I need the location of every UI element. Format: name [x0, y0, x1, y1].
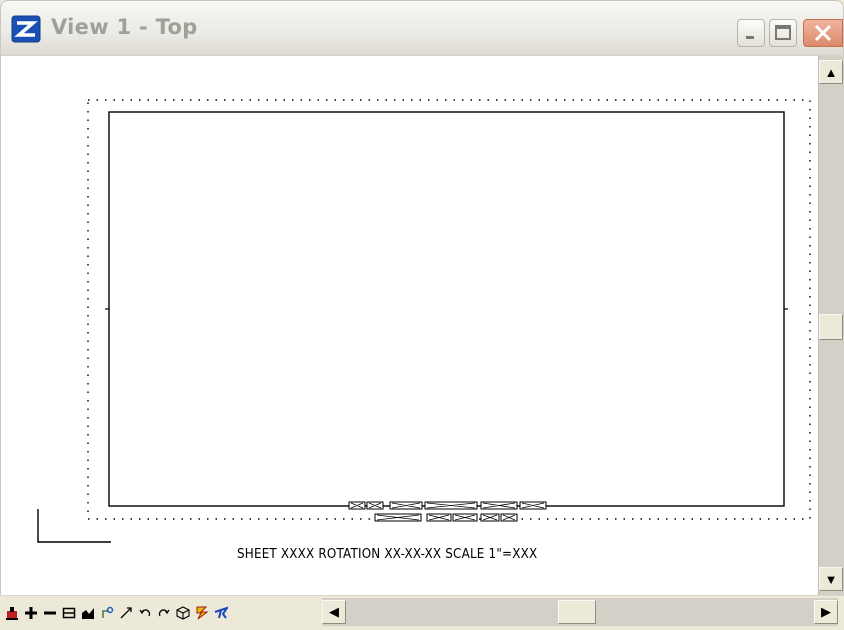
minimize-icon — [746, 36, 754, 39]
window-title: View 1 - Top — [51, 15, 198, 39]
render-icon[interactable] — [192, 601, 211, 625]
window-area-icon[interactable] — [59, 601, 78, 625]
horizontal-scrollbar[interactable]: ◀ ▶ — [322, 598, 838, 626]
zoom-out-icon[interactable] — [40, 601, 59, 625]
maximize-icon — [775, 25, 791, 40]
update-icon[interactable] — [2, 601, 21, 625]
horizontal-scroll-thumb[interactable] — [558, 600, 596, 624]
scroll-up-button[interactable]: ▲ — [819, 60, 843, 84]
title-block-symbols — [348, 501, 547, 522]
minimize-button[interactable] — [737, 19, 765, 47]
view-control-tools — [2, 600, 230, 626]
walk-icon[interactable] — [211, 601, 230, 625]
sheet-boundary-dotted — [87, 99, 811, 520]
sheet-caption: SHEET XXXX ROTATION XX-XX-XX SCALE 1"=XX… — [237, 547, 538, 562]
maximize-button[interactable] — [769, 19, 797, 47]
close-icon — [814, 24, 832, 42]
view-previous-icon[interactable] — [135, 601, 154, 625]
drawing-viewport[interactable]: SHEET XXXX ROTATION XX-XX-XX SCALE 1"=XX… — [0, 56, 819, 595]
microstation-icon — [11, 15, 41, 43]
scroll-right-button[interactable]: ▶ — [814, 600, 838, 624]
view-next-icon[interactable] — [154, 601, 173, 625]
arrow-right-icon: ▶ — [821, 604, 831, 619]
zoom-in-icon[interactable] — [21, 601, 40, 625]
view-window: View 1 - Top SHEET XXXX ROTATION XX-XX-X… — [0, 0, 844, 630]
vertical-scrollbar[interactable]: ▲ ▼ — [818, 56, 844, 595]
arrow-down-icon: ▼ — [824, 571, 838, 587]
rotate-view-icon[interactable] — [97, 601, 116, 625]
3d-cube-icon[interactable] — [173, 601, 192, 625]
fit-view-icon[interactable] — [78, 601, 97, 625]
pan-view-icon[interactable] — [116, 601, 135, 625]
vertical-scroll-thumb[interactable] — [819, 314, 843, 340]
close-button[interactable] — [803, 19, 843, 47]
sheet-drawing — [37, 99, 811, 543]
arrow-up-icon: ▲ — [824, 64, 838, 80]
title-bar[interactable]: View 1 - Top — [0, 0, 844, 56]
view-origin-corner — [37, 509, 111, 543]
scroll-left-button[interactable]: ◀ — [322, 600, 346, 624]
view-controls-bar: ◀ ▶ — [0, 595, 844, 630]
arrow-left-icon: ◀ — [329, 604, 339, 619]
scroll-down-button[interactable]: ▼ — [819, 567, 843, 591]
sheet-border — [108, 111, 785, 507]
